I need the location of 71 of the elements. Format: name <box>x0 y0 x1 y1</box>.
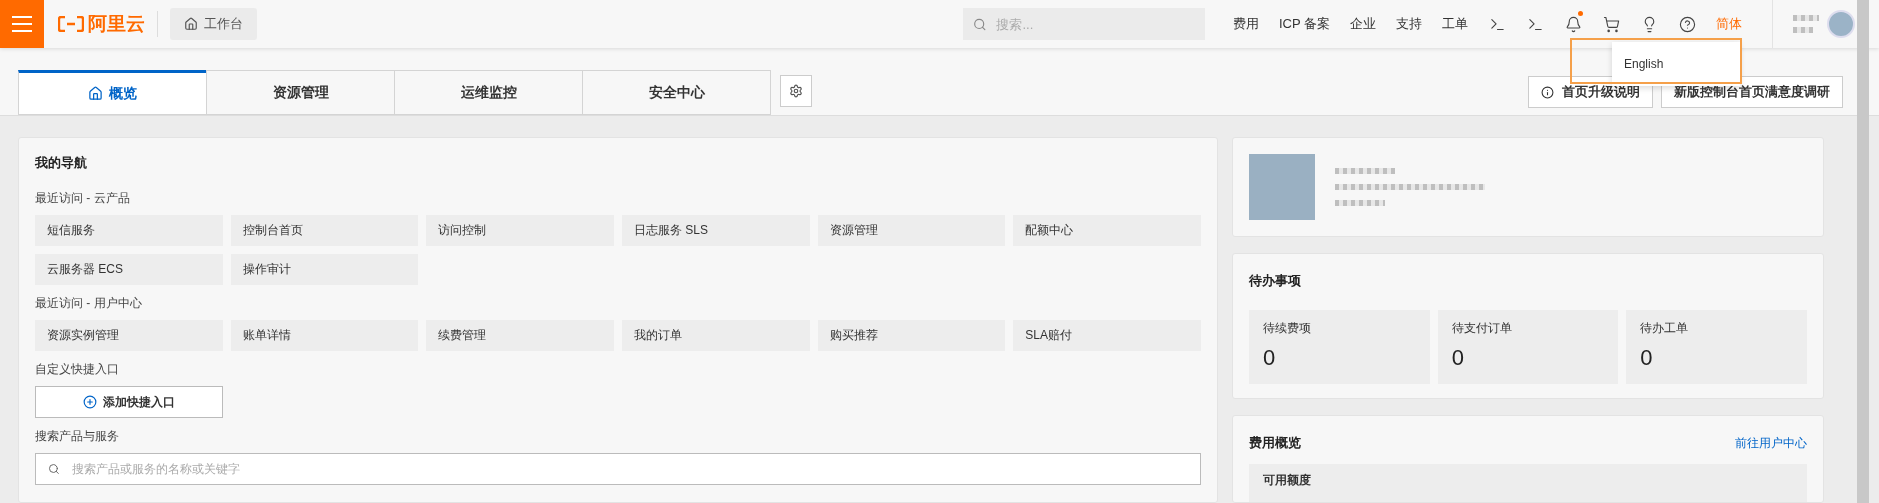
tab[interactable]: 资源管理 <box>206 70 395 115</box>
info-icon <box>1541 85 1554 99</box>
todo-stat[interactable]: 待续费项 0 <box>1249 310 1430 384</box>
section-heading: 自定义快捷入口 <box>35 361 120 378</box>
shortcut-tile[interactable]: 续费管理 <box>426 320 614 351</box>
tab[interactable]: 安全中心 <box>582 70 771 115</box>
workbench-button[interactable]: 工作台 <box>170 8 257 40</box>
settings-button[interactable] <box>780 75 812 107</box>
shortcut-tile[interactable]: 控制台首页 <box>230 215 419 246</box>
search-box[interactable]: 搜索... <box>962 8 1205 40</box>
bell-icon <box>1564 15 1582 33</box>
shortcut-tile[interactable]: 我的订单 <box>622 320 810 351</box>
top-link[interactable]: 企业 <box>1350 15 1376 33</box>
redacted-tag <box>1335 200 1385 206</box>
product-search-box[interactable]: 搜索产品或服务的名称或关键字 <box>35 453 1201 485</box>
search-icon <box>48 463 60 475</box>
menu-button[interactable] <box>0 0 44 48</box>
balance-label: 可用额度 <box>1263 473 1311 487</box>
shortcut-tile[interactable]: 购买推荐 <box>817 320 1006 351</box>
redacted-username <box>1793 15 1819 21</box>
language-option[interactable]: English <box>1624 57 1664 71</box>
shortcut-tile[interactable]: 配额中心 <box>1013 215 1201 246</box>
shortcut-tile[interactable]: 资源管理 <box>817 215 1006 246</box>
stat-count: 0 <box>1451 345 1465 371</box>
top-link[interactable]: 费用 <box>1232 15 1259 33</box>
product-search-field[interactable]: 搜索产品或服务的名称或关键字 <box>69 461 1188 477</box>
cart-icon <box>1602 15 1620 33</box>
shortcut-tile[interactable]: 操作审计 <box>230 254 419 285</box>
settings-icon <box>789 84 803 98</box>
stat-label: 待续费项 <box>1263 320 1312 337</box>
help-icon <box>1678 15 1696 33</box>
shortcut-tile[interactable]: SLA赔付 <box>1013 320 1201 351</box>
stat-label: 待支付订单 <box>1451 320 1513 337</box>
todo-stat[interactable]: 待办工单 0 <box>1626 310 1807 384</box>
card-title: 待办事项 <box>1249 272 1302 290</box>
top-link[interactable]: ICP 备案 <box>1278 15 1330 33</box>
menu-icon <box>12 16 32 32</box>
top-link[interactable]: 工单 <box>1442 15 1468 33</box>
card-title: 我的导航 <box>35 154 88 172</box>
top-link[interactable]: 支持 <box>1396 15 1422 33</box>
section-heading: 最近访问 - 云产品 <box>35 190 131 207</box>
plus-icon <box>83 395 97 409</box>
stat-count: 0 <box>1640 345 1654 371</box>
shortcut-tile[interactable]: 短信服务 <box>35 215 223 246</box>
card-title: 费用概览 <box>1249 434 1301 452</box>
logo-icon <box>58 16 84 32</box>
user-center-link[interactable]: 前往用户中心 <box>1735 434 1807 452</box>
section-heading: 搜索产品与服务 <box>35 428 120 445</box>
scrollbar[interactable] <box>1857 0 1869 503</box>
shortcut-tile[interactable]: 访问控制 <box>426 215 614 246</box>
shortcut-tile[interactable]: 资源实例管理 <box>35 320 223 351</box>
todo-stat[interactable]: 待支付订单 0 <box>1437 310 1619 384</box>
search-icon <box>972 16 987 32</box>
photo-placeholder <box>1249 154 1315 220</box>
add-shortcut-button[interactable]: 添加快捷入口 <box>35 386 223 418</box>
shortcut-tile[interactable]: 账单详情 <box>230 320 419 351</box>
redacted-account <box>1793 27 1813 33</box>
brand-name: 阿里云 <box>88 12 145 36</box>
cart-button[interactable] <box>1601 14 1621 34</box>
stat-label: 待办工单 <box>1640 320 1690 337</box>
section-heading: 最近访问 - 用户中心 <box>35 295 143 312</box>
shortcut-tile[interactable]: 日志服务 SLS <box>622 215 810 246</box>
home-icon <box>88 86 103 101</box>
tab[interactable]: 概览 <box>18 70 207 115</box>
redacted-name <box>1335 168 1395 174</box>
help-button[interactable] <box>1677 14 1697 34</box>
home-icon <box>184 17 198 31</box>
stat-count: 0 <box>1263 345 1277 371</box>
search-field[interactable]: 搜索... <box>994 15 1195 33</box>
tab[interactable]: 运维监控 <box>394 70 583 115</box>
shortcut-tile[interactable]: 云服务器 ECS <box>35 254 223 285</box>
